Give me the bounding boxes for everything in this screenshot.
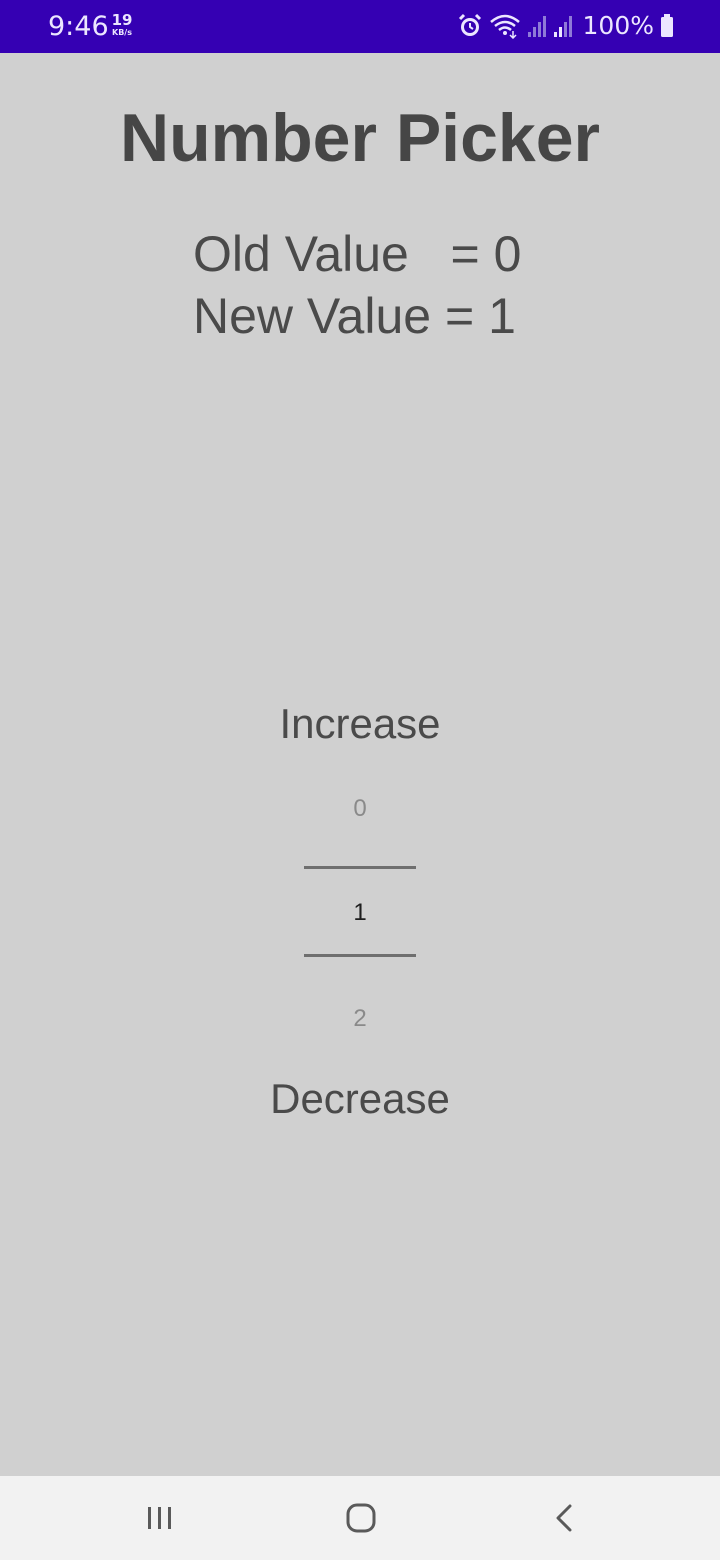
new-value-text: New Value = 1 <box>193 288 516 344</box>
wifi-icon <box>489 13 521 39</box>
decrease-label: Decrease <box>270 1075 450 1122</box>
signal-icon <box>527 14 547 38</box>
network-speed-unit: KB/s <box>112 28 132 37</box>
page-title: Number Picker <box>120 100 600 176</box>
status-time: 9:46 <box>48 11 109 42</box>
app-screen: 9:46 19 KB/s 100% Number Picker Old Valu… <box>0 0 720 1560</box>
battery-percent: 100% <box>582 11 654 40</box>
old-value-text: Old Value = 0 <box>193 226 522 282</box>
back-icon <box>541 1504 585 1544</box>
picker-divider-bottom <box>304 954 416 957</box>
picker-current-value[interactable]: 1 <box>0 899 720 927</box>
home-icon <box>339 1503 383 1544</box>
back-button[interactable] <box>541 1496 585 1540</box>
status-bar: 9:46 19 KB/s 100% <box>0 0 720 53</box>
alarm-icon <box>457 13 483 39</box>
network-speed-value: 19 <box>111 11 133 29</box>
home-button[interactable] <box>339 1496 383 1540</box>
navigation-bar <box>0 1476 720 1560</box>
recents-icon <box>138 1507 182 1544</box>
recents-button[interactable] <box>138 1496 182 1540</box>
picker-previous-value[interactable]: 0 <box>0 795 720 823</box>
status-icons: 100% <box>457 11 674 40</box>
signal-icon-2 <box>553 14 573 38</box>
picker-next-value[interactable]: 2 <box>0 1005 720 1033</box>
network-speed-indicator: 19 KB/s <box>110 12 134 37</box>
picker-divider-top <box>304 866 416 869</box>
battery-icon <box>660 13 674 38</box>
increase-label: Increase <box>279 700 441 747</box>
